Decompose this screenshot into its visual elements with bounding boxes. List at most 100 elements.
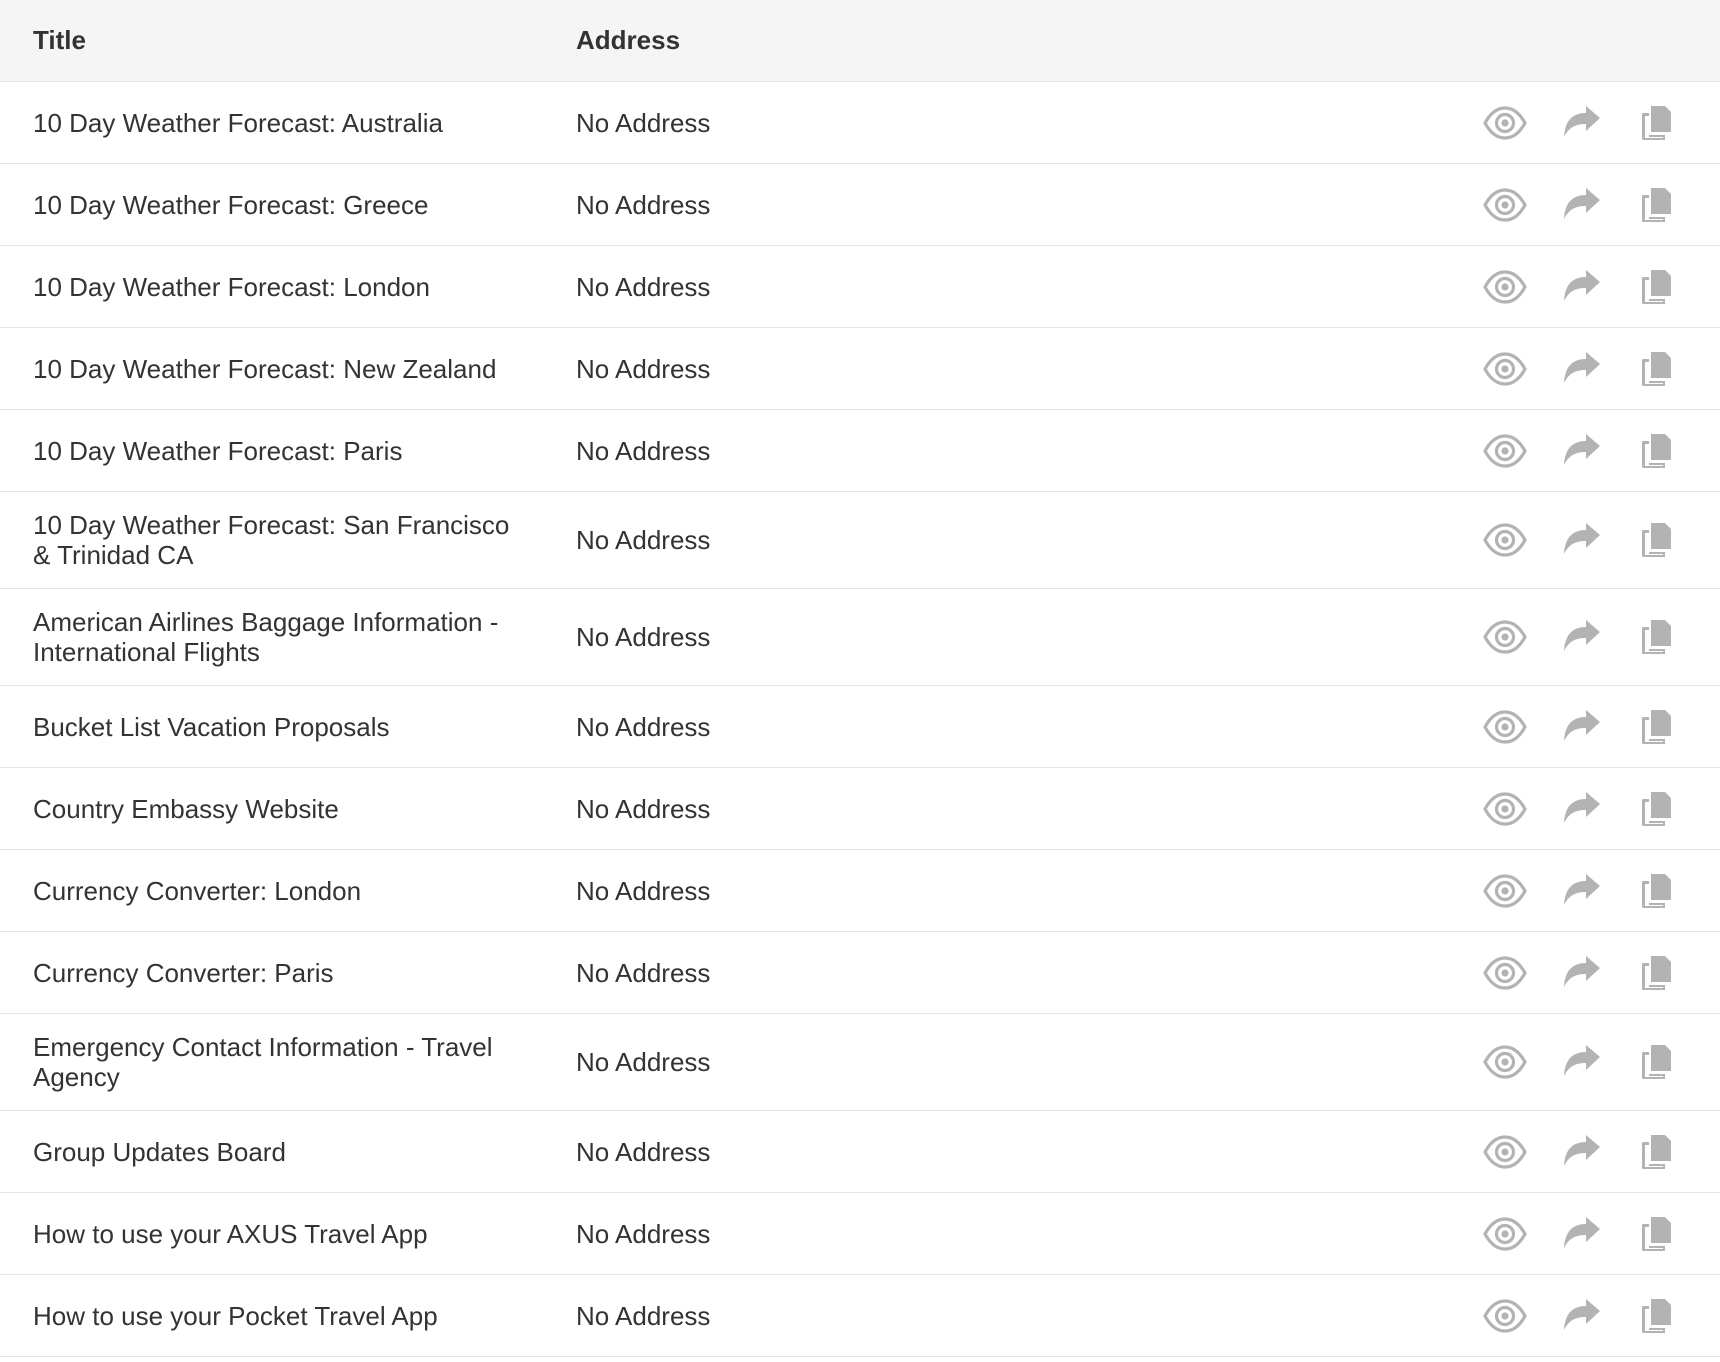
table-row[interactable]: Emergency Contact Information - Travel A…	[0, 1014, 1720, 1111]
row-actions	[1479, 246, 1682, 327]
row-title[interactable]: Currency Converter: London	[0, 876, 543, 906]
share-icon[interactable]	[1556, 97, 1608, 149]
row-actions	[1479, 850, 1682, 931]
share-icon[interactable]	[1556, 1126, 1608, 1178]
eye-icon[interactable]	[1479, 179, 1531, 231]
row-actions	[1479, 82, 1682, 163]
copy-icon[interactable]	[1630, 514, 1682, 566]
row-actions	[1479, 164, 1682, 245]
copy-icon[interactable]	[1630, 701, 1682, 753]
row-title[interactable]: Bucket List Vacation Proposals	[0, 712, 543, 742]
row-address: No Address	[576, 353, 711, 384]
table-row[interactable]: 10 Day Weather Forecast: Greece No Addres…	[0, 164, 1720, 246]
row-actions	[1479, 328, 1682, 409]
row-title[interactable]: 10 Day Weather Forecast: Paris	[0, 436, 543, 466]
share-icon[interactable]	[1556, 179, 1608, 231]
copy-icon[interactable]	[1630, 865, 1682, 917]
table-row[interactable]: 10 Day Weather Forecast: Paris No Address	[0, 410, 1720, 492]
copy-icon[interactable]	[1630, 343, 1682, 395]
row-title[interactable]: Group Updates Board	[0, 1137, 543, 1167]
eye-icon[interactable]	[1479, 1126, 1531, 1178]
copy-icon[interactable]	[1630, 1208, 1682, 1260]
copy-icon[interactable]	[1630, 261, 1682, 313]
row-title[interactable]: 10 Day Weather Forecast: San Francisco &…	[0, 510, 543, 570]
table-row[interactable]: Group Updates Board No Address	[0, 1111, 1720, 1193]
copy-icon[interactable]	[1630, 425, 1682, 477]
row-title[interactable]: How to use your AXUS Travel App	[0, 1219, 543, 1249]
row-title[interactable]: 10 Day Weather Forecast: New Zealand	[0, 354, 543, 384]
row-actions	[1479, 686, 1682, 767]
row-title[interactable]: Emergency Contact Information - Travel A…	[0, 1032, 543, 1092]
address-column-header[interactable]: Address	[543, 25, 1043, 56]
copy-icon[interactable]	[1630, 179, 1682, 231]
row-title[interactable]: How to use your Pocket Travel App	[0, 1301, 543, 1331]
row-title[interactable]: Country Embassy Website	[0, 794, 543, 824]
share-icon[interactable]	[1556, 783, 1608, 835]
row-address: No Address	[576, 1136, 711, 1167]
table-row[interactable]: American Airlines Baggage Information - …	[0, 589, 1720, 686]
share-icon[interactable]	[1556, 514, 1608, 566]
share-icon[interactable]	[1556, 425, 1608, 477]
row-address: No Address	[576, 435, 711, 466]
table-header: Title Address	[0, 0, 1720, 82]
table-row[interactable]: Bucket List Vacation Proposals No Address	[0, 686, 1720, 768]
row-actions	[1479, 589, 1682, 685]
eye-icon[interactable]	[1479, 701, 1531, 753]
copy-icon[interactable]	[1630, 1126, 1682, 1178]
copy-icon[interactable]	[1630, 97, 1682, 149]
row-actions	[1479, 492, 1682, 588]
row-address: No Address	[576, 271, 711, 302]
row-title[interactable]: 10 Day Weather Forecast: Greece	[0, 190, 543, 220]
table-row[interactable]: 10 Day Weather Forecast: San Francisco &…	[0, 492, 1720, 589]
row-actions	[1479, 932, 1682, 1013]
eye-icon[interactable]	[1479, 261, 1531, 313]
row-title[interactable]: 10 Day Weather Forecast: London	[0, 272, 543, 302]
eye-icon[interactable]	[1479, 97, 1531, 149]
eye-icon[interactable]	[1479, 1208, 1531, 1260]
row-address: No Address	[576, 189, 711, 220]
eye-icon[interactable]	[1479, 1290, 1531, 1342]
share-icon[interactable]	[1556, 611, 1608, 663]
share-icon[interactable]	[1556, 261, 1608, 313]
row-actions	[1479, 410, 1682, 491]
share-icon[interactable]	[1556, 947, 1608, 999]
table-row[interactable]: How to use your Pocket Travel App No Addr…	[0, 1275, 1720, 1357]
eye-icon[interactable]	[1479, 343, 1531, 395]
eye-icon[interactable]	[1479, 1036, 1531, 1088]
row-address: No Address	[576, 793, 711, 824]
table-row[interactable]: Currency Converter: London No Address	[0, 850, 1720, 932]
table-row[interactable]: 10 Day Weather Forecast: London No Addres…	[0, 246, 1720, 328]
row-actions	[1479, 1014, 1682, 1110]
share-icon[interactable]	[1556, 865, 1608, 917]
row-title[interactable]: 10 Day Weather Forecast: Australia	[0, 108, 543, 138]
eye-icon[interactable]	[1479, 425, 1531, 477]
copy-icon[interactable]	[1630, 1290, 1682, 1342]
table-row[interactable]: How to use your AXUS Travel App No Addres…	[0, 1193, 1720, 1275]
row-address: No Address	[576, 525, 711, 555]
row-title[interactable]: Currency Converter: Paris	[0, 958, 543, 988]
share-icon[interactable]	[1556, 1290, 1608, 1342]
copy-icon[interactable]	[1630, 783, 1682, 835]
table-row[interactable]: Country Embassy Website No Address	[0, 768, 1720, 850]
eye-icon[interactable]	[1479, 947, 1531, 999]
copy-icon[interactable]	[1630, 611, 1682, 663]
eye-icon[interactable]	[1479, 611, 1531, 663]
row-actions	[1479, 1193, 1682, 1274]
copy-icon[interactable]	[1630, 947, 1682, 999]
share-icon[interactable]	[1556, 1208, 1608, 1260]
table-row[interactable]: Currency Converter: Paris No Address	[0, 932, 1720, 1014]
eye-icon[interactable]	[1479, 865, 1531, 917]
row-address: No Address	[576, 711, 711, 742]
row-address: No Address	[576, 1047, 711, 1077]
eye-icon[interactable]	[1479, 514, 1531, 566]
copy-icon[interactable]	[1630, 1036, 1682, 1088]
row-actions	[1479, 768, 1682, 849]
table-row[interactable]: 10 Day Weather Forecast: Australia No Add…	[0, 82, 1720, 164]
eye-icon[interactable]	[1479, 783, 1531, 835]
share-icon[interactable]	[1556, 1036, 1608, 1088]
share-icon[interactable]	[1556, 701, 1608, 753]
row-title[interactable]: American Airlines Baggage Information - …	[0, 607, 543, 667]
share-icon[interactable]	[1556, 343, 1608, 395]
table-row[interactable]: 10 Day Weather Forecast: New Zealand No A…	[0, 328, 1720, 410]
title-column-header[interactable]: Title	[0, 25, 543, 56]
